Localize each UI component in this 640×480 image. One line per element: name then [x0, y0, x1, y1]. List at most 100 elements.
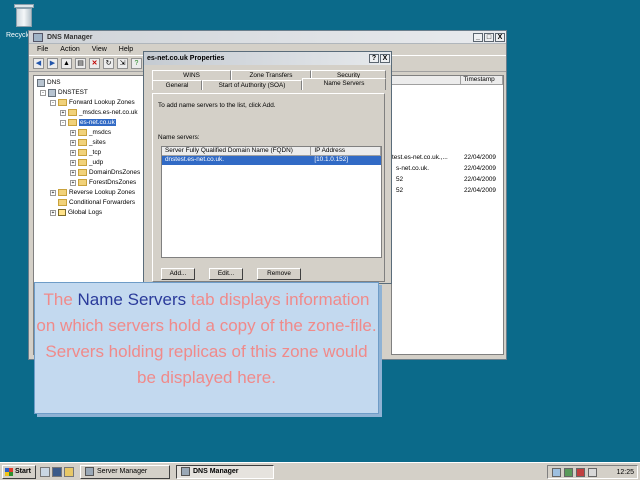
folder-icon — [58, 99, 67, 106]
tutorial-callout: The Name Servers tab displays informatio… — [34, 282, 379, 414]
column-ip-address[interactable]: IP Address — [311, 147, 381, 155]
expand-icon[interactable]: + — [50, 209, 56, 216]
collapse-icon[interactable]: - — [60, 119, 66, 126]
windows-logo-icon — [5, 467, 13, 476]
edit-button[interactable]: Edit... — [209, 268, 243, 280]
tab-name-servers[interactable]: Name Servers — [302, 78, 386, 90]
expand-icon[interactable]: + — [70, 149, 76, 156]
explorer-quicklaunch-icon[interactable] — [64, 466, 74, 477]
taskbar-item-dns-manager[interactable]: DNS Manager — [176, 464, 274, 479]
server-manager-quicklaunch-icon[interactable] — [40, 466, 50, 477]
name-servers-panel: To add name servers to the list, click A… — [152, 93, 385, 282]
list-row-timestamp: 22/04/2009 — [464, 165, 496, 172]
server-icon — [48, 88, 56, 97]
name-server-row[interactable]: dnstest.es-net.co.uk. [10.1.0.152] — [162, 156, 381, 165]
tree-item-child[interactable]: + _sites — [70, 138, 106, 147]
update-icon[interactable] — [588, 467, 597, 477]
tab-wins[interactable]: WINS — [152, 70, 231, 80]
export-icon[interactable]: ⇲ — [117, 58, 128, 69]
tree-item-child[interactable]: + _tcp — [70, 148, 101, 157]
list-row[interactable]: 52 — [396, 176, 403, 183]
up-icon[interactable]: ▲ — [61, 58, 72, 69]
clock[interactable]: 12:25 — [616, 469, 634, 476]
tree-item-child[interactable]: + ForestDnsZones — [70, 178, 136, 187]
menu-file[interactable]: File — [37, 46, 48, 53]
column-fqdn[interactable]: Server Fully Qualified Domain Name (FQDN… — [162, 147, 312, 155]
tree-item-child[interactable]: + _msdcs — [70, 128, 111, 137]
tree-item-server[interactable]: - DNSTEST — [40, 88, 88, 97]
tree-item-msdcs-zone[interactable]: + _msdcs.es-net.co.uk — [60, 108, 138, 117]
remove-button[interactable]: Remove — [257, 268, 301, 280]
security-icon[interactable] — [576, 467, 585, 477]
powershell-quicklaunch-icon[interactable] — [52, 466, 62, 477]
expand-icon[interactable]: + — [50, 189, 56, 196]
expand-icon[interactable]: + — [70, 139, 76, 146]
volume-icon[interactable] — [564, 467, 573, 477]
expand-icon[interactable]: + — [70, 179, 76, 186]
server-manager-icon — [85, 467, 94, 476]
dialog-title: es-net.co.uk Properties — [147, 55, 225, 62]
name-servers-list: Server Fully Qualified Domain Name (FQDN… — [161, 146, 382, 258]
callout-highlight: Name Servers — [77, 290, 187, 309]
tree-item-conditional-forwarders[interactable]: Conditional Forwarders — [58, 198, 135, 207]
taskbar-item-server-manager[interactable]: Server Manager — [80, 464, 170, 479]
help-icon[interactable]: ? — [131, 58, 142, 69]
maximize-button[interactable]: □ — [484, 32, 494, 42]
start-label: Start — [15, 468, 31, 475]
refresh-icon[interactable]: ↻ — [103, 58, 114, 69]
tree-item-global-logs[interactable]: + Global Logs — [50, 208, 102, 217]
expand-icon[interactable]: + — [70, 129, 76, 136]
column-timestamp[interactable]: Timestamp — [461, 76, 503, 84]
delete-icon[interactable]: ✕ — [89, 58, 100, 69]
dns-manager-icon — [181, 467, 190, 476]
menu-action[interactable]: Action — [60, 46, 79, 53]
recycle-bin[interactable]: Recycle — [6, 2, 42, 39]
list-row-timestamp: 22/04/2009 — [464, 187, 496, 194]
dialog-titlebar: es-net.co.uk Properties ? X — [144, 52, 391, 65]
minimize-button[interactable]: _ — [473, 32, 483, 42]
list-row[interactable]: s-net.co.uk. — [396, 165, 429, 172]
expand-icon[interactable]: + — [70, 169, 76, 176]
zone-icon — [68, 109, 77, 116]
properties-icon[interactable]: ▤ — [75, 58, 86, 69]
folder-icon — [58, 199, 67, 206]
expand-icon[interactable]: + — [70, 159, 76, 166]
tree-item-child[interactable]: + DomainDnsZones — [70, 168, 140, 177]
tree-item-child[interactable]: + _udp — [70, 158, 103, 167]
collapse-icon[interactable]: - — [40, 89, 46, 96]
add-button[interactable]: Add... — [161, 268, 195, 280]
expand-icon[interactable]: + — [60, 109, 66, 116]
list-header: Server Fully Qualified Domain Name (FQDN… — [162, 147, 381, 156]
zone-icon — [68, 119, 77, 126]
list-header: Timestamp — [392, 76, 503, 85]
tree-item-reverse-zones[interactable]: + Reverse Lookup Zones — [50, 188, 135, 197]
help-button[interactable]: ? — [369, 54, 379, 63]
list-row[interactable]: test.es-net.co.uk.,... — [392, 154, 448, 161]
back-icon[interactable]: ◀ — [33, 58, 44, 69]
network-icon[interactable] — [552, 467, 561, 477]
window-title: DNS Manager — [47, 33, 93, 41]
taskbar: Start Server Manager DNS Manager 12:25 — [0, 462, 640, 480]
folder-icon — [78, 149, 87, 156]
tree-item-forward-zones[interactable]: - Forward Lookup Zones — [50, 98, 135, 107]
tab-general[interactable]: General — [152, 80, 202, 90]
collapse-icon[interactable]: - — [50, 99, 56, 106]
dialog-close-button[interactable]: X — [380, 54, 390, 63]
folder-icon — [58, 189, 67, 196]
tree-item-zone[interactable]: - es-net.co.uk — [60, 118, 116, 127]
list-row-timestamp: 22/04/2009 — [464, 154, 496, 161]
forward-icon[interactable]: ▶ — [47, 58, 58, 69]
dns-icon — [37, 78, 45, 87]
close-button[interactable]: X — [495, 32, 505, 42]
start-button[interactable]: Start — [2, 464, 36, 479]
zone-properties-dialog: es-net.co.uk Properties ? X WINS Zone Tr… — [143, 51, 392, 284]
list-row[interactable]: 52 — [396, 187, 403, 194]
list-row-timestamp: 22/04/2009 — [464, 176, 496, 183]
menu-view[interactable]: View — [92, 46, 107, 53]
menu-help[interactable]: Help — [119, 46, 133, 53]
instruction-text: To add name servers to the list, click A… — [158, 102, 276, 109]
tab-soa[interactable]: Start of Authority (SOA) — [202, 80, 302, 90]
tab-zone-transfers[interactable]: Zone Transfers — [231, 70, 311, 80]
tree-item-dns[interactable]: DNS — [37, 78, 61, 87]
system-tray: 12:25 — [547, 465, 638, 479]
